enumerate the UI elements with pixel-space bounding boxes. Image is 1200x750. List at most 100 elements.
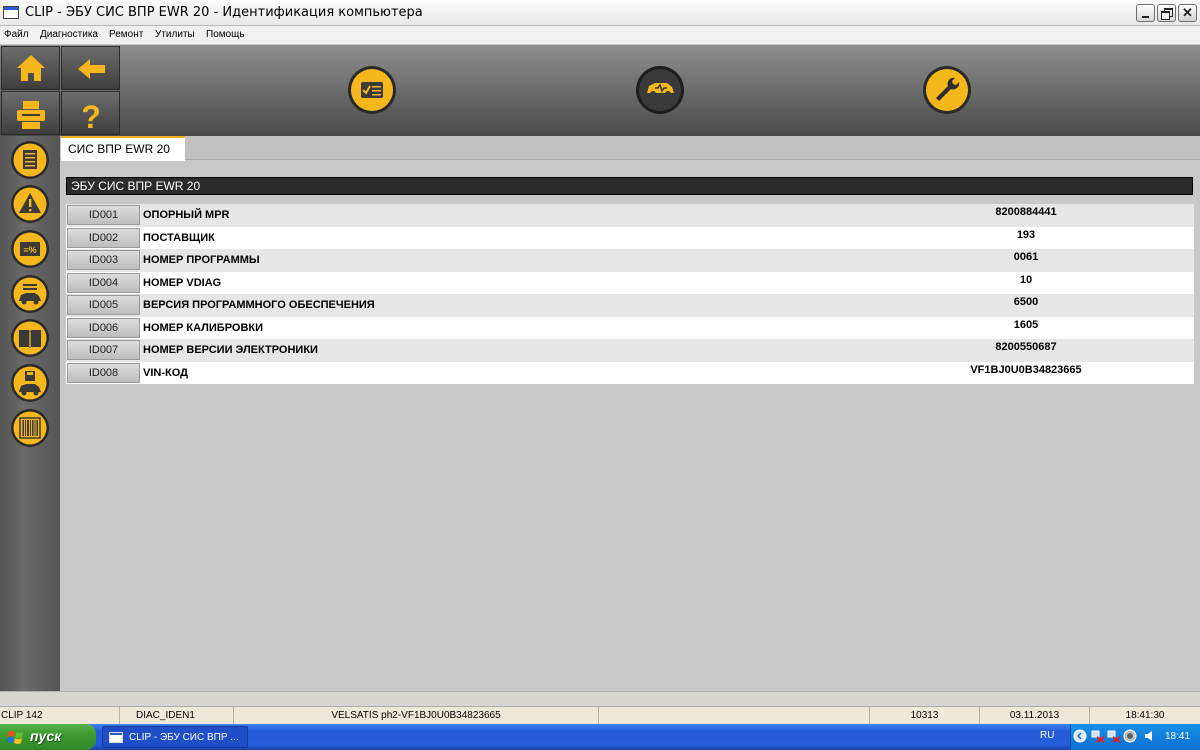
table-row: ID005 ВЕРСИЯ ПРОГРАММНОГО ОБЕСПЕЧЕНИЯ 6500 (66, 294, 1194, 317)
row-value: 1605 (1013, 318, 1039, 331)
status-bar: CLIP 142 DIAC_IDEN1 VELSATIS ph2-VF1BJ0U… (0, 706, 1200, 725)
wrench-icon (923, 66, 971, 114)
menu-repair[interactable]: Ремонт (109, 29, 143, 40)
left-sidebar: ≡% (0, 136, 60, 691)
status-code: 10313 (870, 707, 980, 725)
status-screen-id: DIAC_IDEN1 (120, 707, 234, 725)
row-id-button[interactable]: ID007 (67, 340, 140, 360)
close-icon: ✕ (1182, 5, 1193, 20)
table-row: ID008 VIN-КОД VF1BJ0U0B34823665 (66, 361, 1194, 384)
identification-button[interactable] (347, 65, 397, 115)
row-id-button[interactable]: ID005 (67, 295, 140, 315)
row-id-button[interactable]: ID004 (67, 272, 140, 293)
row-label: VIN-КОД (143, 366, 188, 379)
speaker-icon[interactable] (1143, 729, 1157, 743)
table-row: ID001 ОПОРНЫЙ MPR 8200884441 (66, 204, 1194, 227)
status-date: 03.11.2013 (980, 707, 1090, 725)
start-button[interactable]: пуск (0, 724, 96, 750)
row-value: 10 (1019, 273, 1033, 286)
title-bar: CLIP - ЭБУ СИС ВПР EWR 20 - Идентификаци… (0, 0, 1200, 26)
identification-table: ID001 ОПОРНЫЙ MPR 8200884441 ID002 ПОСТАВЩИК… (66, 204, 1194, 384)
tray-collapse-icon[interactable] (1073, 729, 1087, 743)
barcode-icon (11, 409, 49, 447)
car-list-icon (11, 275, 49, 313)
menu-diagnostics[interactable]: Диагностика (40, 29, 98, 40)
sidebar-faults-button[interactable] (10, 184, 50, 224)
language-indicator[interactable]: RU (1040, 730, 1054, 741)
row-label: ПОСТАВЩИК (143, 231, 215, 244)
security-shield-icon[interactable] (1123, 729, 1137, 743)
sidebar-manual-button[interactable] (10, 318, 50, 358)
app-window-icon (3, 6, 19, 19)
book-icon (11, 319, 49, 357)
car-save-icon (11, 364, 49, 402)
back-arrow-icon (78, 59, 105, 79)
row-id-button[interactable]: ID006 (67, 317, 140, 338)
row-id-button[interactable]: ID002 (67, 227, 140, 248)
main-content: СИС ВПР EWR 20 ЭБУ СИС ВПР EWR 20 ID001 О… (60, 136, 1200, 691)
menu-bar: Файл Диагностика Ремонт Утилиты Помощь (0, 26, 1200, 45)
home-icon (17, 55, 45, 81)
row-value: 193 (1016, 228, 1036, 241)
table-row: ID007 НОМЕР ВЕРСИИ ЭЛЕКТРОНИКИ 8200550687 (66, 339, 1194, 362)
sidebar-document-button[interactable] (10, 140, 50, 180)
home-button[interactable] (1, 46, 60, 90)
status-clip-version: CLIP 142 (0, 707, 120, 725)
status-vehicle: VELSATIS ph2-VF1BJ0U0B34823665 (234, 707, 599, 725)
sidebar-vehicle-list-button[interactable] (10, 274, 50, 314)
back-button[interactable] (61, 46, 120, 90)
table-row: ID006 НОМЕР КАЛИБРОВКИ 1605 (66, 316, 1194, 339)
table-row: ID004 НОМЕР VDIAG 10 (66, 271, 1194, 294)
row-label: ВЕРСИЯ ПРОГРАММНОГО ОБЕСПЕЧЕНИЯ (143, 299, 375, 311)
taskbar-clock: 18:41 (1165, 731, 1191, 742)
taskbar-clip-window[interactable]: CLIP - ЭБУ СИС ВПР ... (102, 726, 248, 748)
table-row: ID002 ПОСТАВЩИК 193 (66, 226, 1194, 249)
main-toolbar: ? (0, 45, 1200, 136)
row-label: НОМЕР КАЛИБРОВКИ (143, 321, 264, 334)
status-time: 18:41:30 (1125, 710, 1165, 721)
window-title: CLIP - ЭБУ СИС ВПР EWR 20 - Идентификаци… (25, 5, 423, 20)
panel-title: ЭБУ СИС ВПР EWR 20 (66, 177, 1193, 195)
menu-utilities[interactable]: Утилиты (155, 29, 195, 40)
row-value: VF1BJ0U0B34823665 (970, 363, 1082, 376)
network-disconnected-icon-2[interactable] (1107, 729, 1121, 743)
vehicle-diagnostic-button[interactable] (635, 65, 685, 115)
row-value: 6500 (1013, 296, 1039, 308)
tab-ecu[interactable]: СИС ВПР EWR 20 (61, 136, 185, 161)
percent-icon: ≡% (11, 230, 49, 268)
content-bottom-border (0, 691, 1200, 706)
row-id-button[interactable]: ID008 (67, 362, 140, 383)
minimize-button[interactable] (1136, 4, 1155, 22)
taskbar: пуск CLIP - ЭБУ СИС ВПР ... RU 18:41 (0, 724, 1200, 750)
row-value: 0061 (1013, 251, 1039, 263)
status-empty (599, 707, 870, 725)
help-button[interactable]: ? (61, 91, 120, 135)
row-label: ОПОРНЫЙ MPR (143, 209, 230, 221)
print-button[interactable] (1, 91, 60, 135)
network-disconnected-icon[interactable] (1091, 729, 1105, 743)
row-label: НОМЕР VDIAG (143, 276, 222, 289)
row-label: НОМЕР ВЕРСИИ ЭЛЕКТРОНИКИ (143, 344, 318, 356)
start-label: пуск (30, 728, 62, 744)
printer-icon (17, 101, 45, 129)
restore-button[interactable] (1157, 4, 1176, 22)
table-row: ID003 НОМЕР ПРОГРАММЫ 0061 (66, 249, 1194, 272)
menu-file[interactable]: Файл (4, 29, 29, 40)
close-button[interactable]: ✕ (1178, 4, 1197, 22)
system-tray: 18:41 (1070, 724, 1200, 750)
svg-text:≡%: ≡% (23, 245, 36, 255)
windows-flag-icon (7, 731, 23, 744)
menu-help[interactable]: Помощь (206, 29, 245, 40)
repair-button[interactable] (922, 65, 972, 115)
sidebar-barcode-button[interactable] (10, 408, 50, 448)
row-value: 8200550687 (995, 341, 1057, 353)
document-icon (11, 141, 49, 179)
sidebar-save-vehicle-button[interactable] (10, 363, 50, 403)
row-value: 8200884441 (995, 206, 1057, 218)
tab-strip: СИС ВПР EWR 20 (60, 136, 1200, 161)
svg-text:?: ? (81, 99, 101, 135)
sidebar-parameters-button[interactable]: ≡% (10, 229, 50, 269)
row-id-button[interactable]: ID001 (67, 205, 140, 225)
window-icon (109, 732, 123, 743)
row-id-button[interactable]: ID003 (67, 250, 140, 270)
